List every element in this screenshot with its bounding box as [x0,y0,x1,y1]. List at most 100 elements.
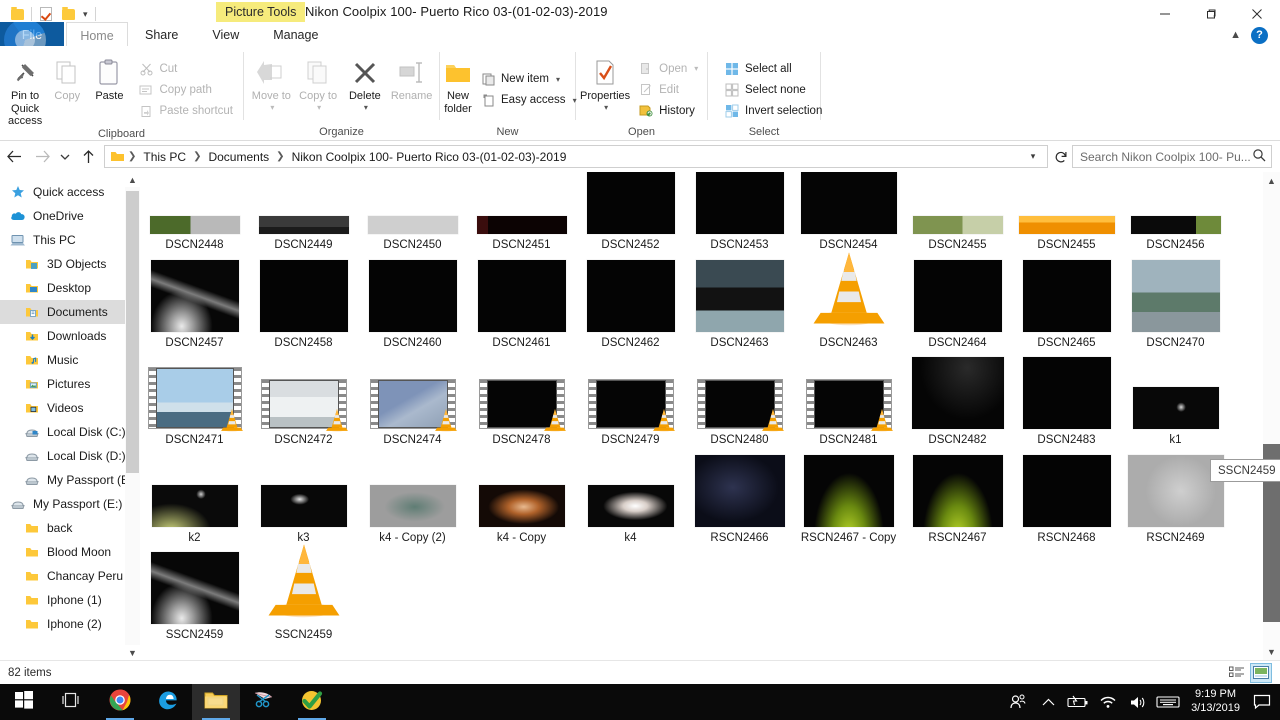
file-item[interactable]: DSCN2450 [358,172,467,254]
file-item[interactable]: DSCN2458 [249,254,358,352]
sidebar-item-onedrive[interactable]: OneDrive [0,204,140,228]
file-item[interactable]: DSCN2481 [794,351,903,449]
file-item[interactable]: k3 [249,449,358,547]
cut-button[interactable]: Cut [134,59,237,80]
forward-button[interactable] [28,141,56,172]
new-item-button[interactable]: New item ▾ [476,69,581,90]
people-icon[interactable] [1003,684,1033,720]
tab-manage[interactable]: Manage [256,22,335,48]
file-item[interactable]: DSCN2474 [358,351,467,449]
breadcrumb-item-current-folder[interactable]: Nikon Coolpix 100- Puerto Rico 03-(01-02… [288,149,571,165]
breadcrumb-dropdown-icon[interactable]: ▾ [1023,151,1043,162]
file-item[interactable]: DSCN2483 [1012,351,1121,449]
chrome-button[interactable] [96,684,144,720]
breadcrumb-item-this-pc[interactable]: This PC [139,149,190,165]
file-item[interactable]: DSCN2472 [249,351,358,449]
file-item[interactable]: RSCN2468 [1012,449,1121,547]
file-item[interactable]: k4 - Copy (2) [358,449,467,547]
file-item[interactable]: DSCN2454 [794,172,903,254]
file-item[interactable]: DSCN2463 [794,252,903,352]
breadcrumb[interactable]: ❯ This PC ❯ Documents ❯ Nikon Coolpix 10… [104,145,1048,168]
scroll-up-icon[interactable]: ▲ [1263,172,1280,189]
file-item[interactable]: DSCN2480 [685,351,794,449]
sidebar-item-blood-moon[interactable]: Blood Moon [0,540,140,564]
file-item[interactable]: DSCN2479 [576,351,685,449]
file-item[interactable]: k4 - Copy [467,449,576,547]
show-hidden-icons-icon[interactable] [1033,684,1063,720]
recent-locations-button[interactable] [56,141,74,172]
tab-share[interactable]: Share [128,22,195,48]
sidebar-item-local-disk-c[interactable]: Local Disk (C:) [0,420,140,444]
up-button[interactable] [74,141,102,172]
file-item[interactable]: DSCN2449 [249,172,358,254]
easy-access-button[interactable]: Easy access ▾ [476,90,581,111]
edge-button[interactable] [144,684,192,720]
delete-caret-icon[interactable]: ▾ [364,103,368,112]
task-view-button[interactable] [48,684,96,720]
sidebar-item-desktop[interactable]: Desktop [0,276,140,300]
nav-scroll-down-icon[interactable]: ▼ [125,645,140,660]
start-button[interactable] [0,684,48,720]
file-item[interactable]: k4 [576,449,685,547]
keyboard-icon[interactable] [1153,684,1183,720]
file-item[interactable]: DSCN2463 [685,254,794,352]
file-list-view[interactable]: DSCN2448 DSCN2449 DSCN2450 DSCN2451 DSCN2452… [140,172,1280,660]
file-item[interactable]: DSCN2457 [140,254,249,352]
paste-shortcut-button[interactable]: Paste shortcut [134,101,237,122]
sidebar-item-3d-objects[interactable]: 3D Objects [0,252,140,276]
file-item[interactable]: RSCN2466 [685,449,794,547]
file-item[interactable]: SSCN2459 [249,544,358,644]
sidebar-item-back[interactable]: back [0,516,140,540]
sidebar-item-my-passport-e[interactable]: My Passport (E:) [0,492,140,516]
sidebar-item-iphone-2[interactable]: Iphone (2) [0,612,140,636]
file-item[interactable]: DSCN2455 [903,172,1012,254]
open-button[interactable]: Open ▾ [634,58,702,79]
sidebar-item-music[interactable]: Music [0,348,140,372]
tab-file[interactable]: File [0,22,64,48]
sidebar-item-local-disk-d[interactable]: Local Disk (D:) [0,444,140,468]
file-list-scrollbar[interactable]: ▲ ▼ [1263,172,1280,660]
copy-path-button[interactable]: Copy path [134,80,237,101]
nav-scroll-up-icon[interactable]: ▲ [125,172,140,187]
edit-button[interactable]: Edit [634,79,702,100]
large-icons-view-button[interactable] [1250,662,1272,683]
navigation-pane-scrollbar[interactable]: ▲ ▼ [125,172,140,660]
refresh-button[interactable] [1050,145,1072,168]
properties-caret-icon[interactable]: ▾ [604,103,608,112]
file-item[interactable]: DSCN2460 [358,254,467,352]
sidebar-item-this-pc[interactable]: This PC [0,228,140,252]
snipping-tool-button[interactable] [240,684,288,720]
properties-button[interactable]: Properties ▾ [580,50,630,126]
file-item[interactable]: DSCN2452 [576,172,685,254]
sidebar-item-documents[interactable]: Documents [0,300,140,324]
sidebar-item-pictures[interactable]: Pictures [0,372,140,396]
clock[interactable]: 9:19 PM 3/13/2019 [1183,684,1248,720]
sidebar-item-my-passport-e[interactable]: My Passport (E:) [0,468,140,492]
copy-to-button[interactable]: Copy to ▾ [295,50,342,126]
tab-home[interactable]: Home [66,22,128,48]
open-caret-icon[interactable]: ▾ [694,64,698,73]
help-button[interactable]: ? [1251,26,1268,44]
volume-icon[interactable] [1123,684,1153,720]
select-all-button[interactable]: Select all [720,58,826,79]
file-item[interactable]: DSCN2482 [903,351,1012,449]
file-item[interactable]: DSCN2456 [1121,172,1230,254]
copy-to-caret-icon[interactable]: ▾ [317,103,321,112]
file-item[interactable]: DSCN2455 [1012,172,1121,254]
file-item[interactable]: k1 [1121,351,1230,449]
new-folder-button[interactable]: New folder [444,50,472,126]
collapse-ribbon-chevron-icon[interactable]: ▲ [1230,29,1241,41]
history-button[interactable]: History [634,100,702,121]
file-explorer-button[interactable] [192,684,240,720]
file-item[interactable]: DSCN2470 [1121,254,1230,352]
copy-button[interactable]: Copy [46,50,88,128]
move-to-button[interactable]: Move to ▾ [248,50,295,126]
new-item-caret-icon[interactable]: ▾ [556,75,560,84]
pin-to-quick-access-button[interactable]: Pin to Quick access [4,50,46,128]
file-item[interactable]: DSCN2461 [467,254,576,352]
checkmark-app-button[interactable] [288,684,336,720]
tab-view[interactable]: View [195,22,256,48]
battery-icon[interactable] [1063,684,1093,720]
file-item[interactable]: DSCN2448 [140,172,249,254]
sidebar-item-videos[interactable]: Videos [0,396,140,420]
